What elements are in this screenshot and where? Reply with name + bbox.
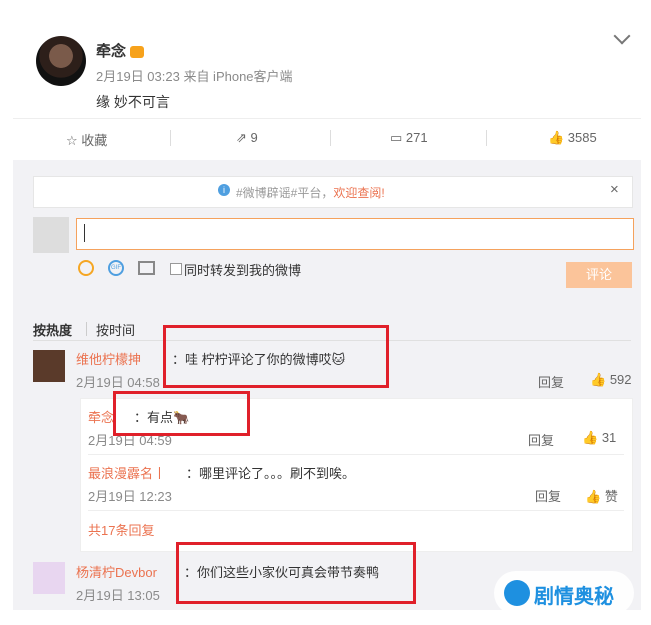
- divider: [330, 130, 331, 146]
- emoji-icon[interactable]: [78, 260, 94, 276]
- comment-time: 2月19日 04:58: [76, 375, 160, 390]
- reply-button[interactable]: 回复: [538, 372, 564, 391]
- divider: [88, 454, 624, 455]
- reply-time: 2月19日 12:23: [88, 489, 172, 504]
- reply-button[interactable]: 回复: [528, 430, 554, 449]
- watermark-text: 剧情奥秘: [534, 586, 614, 608]
- divider: [88, 510, 624, 511]
- comment-button[interactable]: ▭ 271: [390, 130, 428, 146]
- highlight-box: [113, 391, 250, 436]
- sort-hot[interactable]: 按热度: [33, 320, 72, 339]
- info-icon: i: [218, 184, 230, 196]
- like-button[interactable]: 👍 31: [582, 430, 616, 446]
- my-avatar: [33, 217, 69, 253]
- vip-badge-icon: [130, 46, 145, 59]
- comment-time: 2月19日 13:05: [76, 588, 160, 603]
- divider: [170, 130, 171, 146]
- comment-input[interactable]: [76, 218, 634, 250]
- repost-checkbox[interactable]: [170, 263, 182, 275]
- commenter-avatar[interactable]: [33, 562, 65, 594]
- like-button[interactable]: 👍 3585: [548, 130, 597, 146]
- like-button[interactable]: 👍 赞: [585, 486, 618, 505]
- author-name[interactable]: 牵念: [96, 40, 145, 61]
- gif-icon[interactable]: GIF: [108, 260, 124, 276]
- notice-text[interactable]: #微博辟谣#平台，欢迎查阅!: [236, 184, 385, 201]
- like-button[interactable]: 👍 592: [590, 372, 632, 388]
- highlight-box: [176, 542, 416, 604]
- favorite-button[interactable]: ☆ 收藏: [66, 130, 107, 149]
- reply-name[interactable]: 牵念: [88, 407, 114, 426]
- post-text: 缘 妙不可言: [96, 94, 170, 110]
- reply-name[interactable]: 最浪漫霹名丨: [88, 463, 166, 482]
- highlight-box: [163, 325, 389, 388]
- image-icon[interactable]: [138, 261, 155, 275]
- reply-button[interactable]: 回复: [535, 486, 561, 505]
- more-replies-link[interactable]: 共17条回复: [88, 520, 154, 539]
- divider: [86, 322, 87, 336]
- submit-button[interactable]: 评论: [566, 262, 632, 288]
- close-icon[interactable]: ×: [610, 181, 619, 198]
- reply-text: ：哪里评论了。。。刷不到唉。: [186, 466, 356, 481]
- repost-button[interactable]: ⇗ 9: [236, 130, 258, 146]
- watermark-logo-icon: [504, 580, 530, 606]
- author-avatar[interactable]: [36, 36, 86, 86]
- divider: [486, 130, 487, 146]
- commenter-name[interactable]: 杨清柠Devbor: [76, 562, 157, 581]
- post-meta: 2月19日 03:23 来自 iPhone客户端: [96, 69, 293, 84]
- text-caret: [84, 224, 85, 242]
- commenter-avatar[interactable]: [33, 350, 65, 382]
- sort-time[interactable]: 按时间: [96, 320, 135, 339]
- repost-label: 同时转发到我的微博: [184, 263, 302, 278]
- commenter-name[interactable]: 维他柠檬抻: [76, 349, 141, 368]
